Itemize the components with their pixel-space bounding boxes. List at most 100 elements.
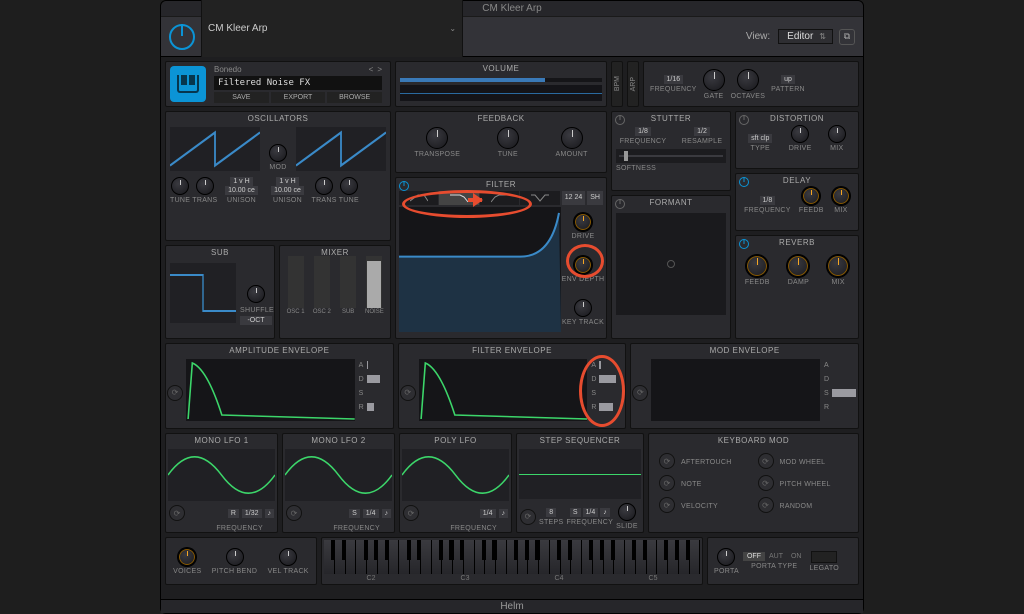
- filter-env-depth-knob[interactable]: [574, 256, 592, 274]
- osc2-unison-value[interactable]: 10.00 ce: [271, 186, 304, 195]
- lfo1-retrig-button[interactable]: R: [228, 509, 239, 518]
- filter-response-display[interactable]: [399, 207, 561, 332]
- voices-knob[interactable]: [178, 548, 196, 566]
- osc2-wave-display[interactable]: [296, 127, 386, 171]
- lfo2-mod-source[interactable]: ⟳: [286, 505, 302, 521]
- filter-drive-knob[interactable]: [574, 213, 592, 231]
- reverb-feedb-knob[interactable]: [746, 255, 768, 277]
- delay-power-button[interactable]: [739, 177, 749, 187]
- distortion-power-button[interactable]: [739, 115, 749, 125]
- mod-a-slider[interactable]: [832, 361, 856, 369]
- dist-drive-knob[interactable]: [791, 125, 809, 143]
- sub-wave-display[interactable]: [170, 263, 236, 323]
- arp-toggle-strip[interactable]: ARP: [627, 61, 639, 107]
- view-select[interactable]: Editor ⇅: [778, 29, 833, 44]
- amp-r-slider[interactable]: [367, 403, 391, 411]
- reverb-mix-knob[interactable]: [827, 255, 849, 277]
- stutter-power-button[interactable]: [615, 115, 625, 125]
- reverb-power-button[interactable]: [739, 239, 749, 249]
- polylfo-rate-value[interactable]: 1/4: [480, 509, 496, 518]
- osc1-unison-value[interactable]: 10.00 ce: [225, 186, 258, 195]
- stepseq-display[interactable]: [519, 449, 641, 499]
- virtual-keyboard[interactable]: [324, 540, 700, 574]
- amp-env-display[interactable]: [186, 359, 355, 421]
- fb-tune-knob[interactable]: [497, 127, 519, 149]
- lfo1-rate-value[interactable]: 1/32: [242, 509, 262, 518]
- osc-mod-knob[interactable]: [269, 144, 287, 162]
- fb-transpose-knob[interactable]: [426, 127, 448, 149]
- legato-toggle[interactable]: [811, 551, 837, 563]
- filt-r-slider[interactable]: [599, 403, 623, 411]
- velocity-mod[interactable]: ⟳: [659, 497, 675, 513]
- reverb-damp-knob[interactable]: [787, 255, 809, 277]
- filter-sh-button[interactable]: SH: [587, 191, 603, 205]
- lfo2-wave-display[interactable]: [285, 449, 392, 501]
- lfo1-mod-source[interactable]: ⟳: [169, 505, 185, 521]
- osc1-wave-display[interactable]: [170, 127, 260, 171]
- bank-prev-button[interactable]: <: [369, 65, 374, 74]
- mod-d-slider[interactable]: [832, 375, 856, 383]
- arp-octaves-knob[interactable]: [737, 69, 759, 91]
- amp-s-slider[interactable]: [367, 389, 391, 397]
- mod-r-slider[interactable]: [832, 403, 856, 411]
- plugin-power-button[interactable]: [169, 24, 195, 50]
- osc1-trans-knob[interactable]: [196, 177, 214, 195]
- lfo2-sync-button[interactable]: S: [349, 509, 360, 518]
- filter-type-selector[interactable]: [399, 191, 560, 205]
- browse-button[interactable]: BROWSE: [327, 92, 382, 103]
- filt-a-slider[interactable]: [599, 361, 623, 369]
- filt-s-slider[interactable]: [599, 389, 623, 397]
- filt-d-slider[interactable]: [599, 375, 623, 383]
- pitchbend-knob[interactable]: [226, 548, 244, 566]
- mixer-osc1-fader[interactable]: [288, 256, 304, 308]
- delay-mix-knob[interactable]: [832, 187, 850, 205]
- osc1-voices[interactable]: 1 v H: [230, 177, 252, 186]
- filter-power-button[interactable]: [399, 181, 409, 191]
- stutter-freq-value[interactable]: 1/8: [635, 127, 651, 136]
- mixer-sub-fader[interactable]: [340, 256, 356, 308]
- lfo1-wave-display[interactable]: [168, 449, 275, 501]
- filter-key-track-knob[interactable]: [574, 299, 592, 317]
- bank-next-button[interactable]: >: [377, 65, 382, 74]
- osc2-voices[interactable]: 1 v H: [276, 177, 298, 186]
- osc1-tune-knob[interactable]: [171, 177, 189, 195]
- volume-slider[interactable]: [400, 78, 602, 82]
- polylfo-sync-button[interactable]: ♪: [499, 509, 509, 518]
- mod-s-slider[interactable]: [832, 389, 856, 397]
- sub-oct[interactable]: -OCT: [240, 316, 272, 325]
- formant-power-button[interactable]: [615, 199, 625, 209]
- note-mod[interactable]: ⟳: [659, 475, 675, 491]
- mixer-osc2-fader[interactable]: [314, 256, 330, 308]
- filt-env-mod-source[interactable]: ⟳: [400, 385, 416, 401]
- dist-type-value[interactable]: sft clp: [748, 134, 772, 143]
- amp-d-slider[interactable]: [367, 375, 391, 383]
- delay-freq-value[interactable]: 1/8: [760, 196, 776, 205]
- lfo1-sync-button[interactable]: ♪: [265, 509, 275, 518]
- formant-xy-pad[interactable]: [616, 213, 726, 315]
- link-windows-button[interactable]: ⧉: [839, 29, 855, 45]
- dist-mix-knob[interactable]: [828, 125, 846, 143]
- stepseq-steps-value[interactable]: 8: [546, 508, 556, 517]
- mod-env-mod-source[interactable]: ⟳: [632, 385, 648, 401]
- lfo2-note-button[interactable]: ♪: [382, 509, 392, 518]
- osc2-tune-knob[interactable]: [340, 177, 358, 195]
- osc2-trans-knob[interactable]: [315, 177, 333, 195]
- arp-freq-value[interactable]: 1/16: [664, 75, 684, 84]
- random-mod[interactable]: ⟳: [758, 497, 774, 513]
- lfo2-rate-value[interactable]: 1/4: [363, 509, 379, 518]
- stepseq-slide-knob[interactable]: [618, 503, 636, 521]
- delay-feedb-knob[interactable]: [802, 187, 820, 205]
- mixer-noise-fader[interactable]: [366, 256, 382, 308]
- porta-knob[interactable]: [717, 548, 735, 566]
- stepseq-retrig[interactable]: S: [570, 508, 581, 517]
- modwheel-mod[interactable]: ⟳: [758, 453, 774, 469]
- save-button[interactable]: SAVE: [214, 92, 269, 103]
- stutter-softness-slider[interactable]: [616, 149, 726, 163]
- arp-pattern-value[interactable]: up: [781, 75, 795, 84]
- sub-shuffle-knob[interactable]: [247, 285, 265, 303]
- veltrack-knob[interactable]: [279, 548, 297, 566]
- porta-type-selector[interactable]: OFF AUT ON: [743, 552, 806, 561]
- bpm-strip[interactable]: BPM: [611, 61, 623, 107]
- polylfo-wave-display[interactable]: [402, 449, 509, 501]
- mod-env-display[interactable]: [651, 359, 820, 421]
